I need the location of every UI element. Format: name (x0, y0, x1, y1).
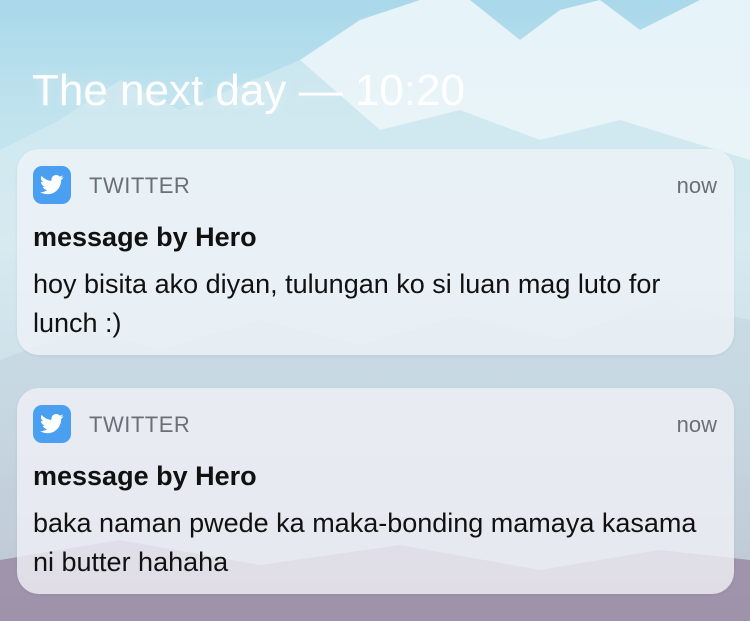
section-heading: The next day — 10:20 (32, 66, 465, 115)
notification-card[interactable]: TWITTER now message by Hero hoy bisita a… (17, 149, 734, 355)
notification-title: message by Hero (33, 222, 257, 252)
twitter-bird-icon (33, 405, 71, 443)
notification-body: baka naman pwede ka maka-bonding mamaya … (33, 508, 697, 577)
notification-title: message by Hero (33, 461, 257, 491)
app-name: TWITTER (89, 173, 191, 198)
app-name: TWITTER (89, 412, 191, 437)
notification-time: now (676, 173, 717, 198)
twitter-bird-icon (33, 166, 71, 204)
notification-card[interactable]: TWITTER now message by Hero baka naman p… (17, 388, 734, 594)
notification-body: hoy bisita ako diyan, tulungan ko si lua… (33, 269, 661, 338)
notification-time: now (676, 412, 717, 437)
